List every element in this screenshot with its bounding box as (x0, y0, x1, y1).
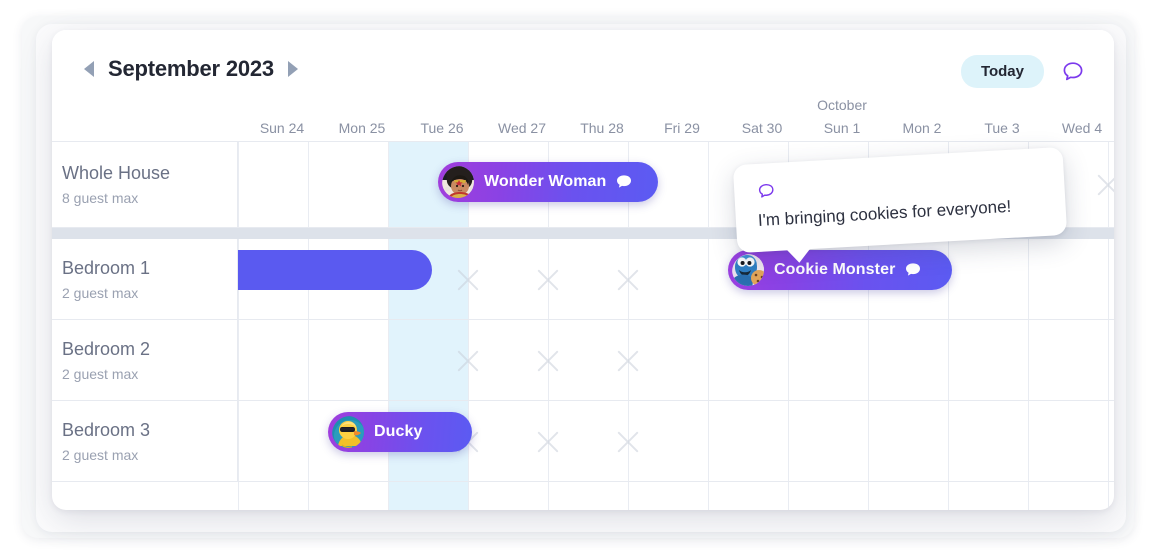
day-month-label (1042, 96, 1114, 114)
tooltip-message: I'm bringing cookies for everyone! (757, 196, 1012, 230)
chat-icon[interactable] (1058, 57, 1088, 87)
next-month-arrow-icon[interactable] (287, 61, 298, 77)
booking-guest-name: Ducky (374, 423, 423, 440)
screenshot-root: September 2023 Today Sun 24 Mon 25 Tue 2… (0, 0, 1155, 550)
day-header-cell[interactable]: Sun 24 (242, 96, 322, 141)
booking-guest-name: Cookie Monster (774, 261, 896, 278)
day-month-label (882, 96, 962, 114)
day-label: Sat 30 (741, 120, 783, 136)
day-month-label (722, 96, 802, 114)
message-bubble-icon[interactable] (615, 173, 633, 191)
day-label: Mon 25 (338, 120, 386, 136)
booking-pill-cookie-monster[interactable]: Cookie Monster (728, 250, 952, 290)
day-header-cell[interactable]: Fri 29 (642, 96, 722, 141)
day-header-cell[interactable]: Wed 27 (482, 96, 562, 141)
calendar-card: September 2023 Today Sun 24 Mon 25 Tue 2… (52, 30, 1114, 510)
day-month-label (482, 96, 562, 114)
day-header-cell[interactable]: Mon 2 (882, 96, 962, 141)
day-label: Thu 28 (580, 120, 624, 136)
day-month-label (322, 96, 402, 114)
day-month-label (562, 96, 642, 114)
booking-guest-name: Wonder Woman (484, 173, 607, 190)
day-month-label (242, 96, 322, 114)
day-label: Fri 29 (664, 120, 700, 136)
day-label: Sun 1 (823, 120, 861, 136)
day-label: Sun 24 (259, 120, 305, 136)
month-navigation: September 2023 (84, 56, 298, 82)
day-header-cell[interactable]: Thu 28 (562, 96, 642, 141)
day-label: Mon 2 (902, 120, 942, 136)
day-label: Tue 3 (984, 120, 1020, 136)
booking-bar-unlabeled[interactable] (238, 250, 432, 290)
day-header-row: Sun 24 Mon 25 Tue 26 Wed 27 Thu 28 Fri 2… (242, 96, 1114, 141)
day-label: Tue 26 (420, 120, 464, 136)
wonder-woman-avatar (440, 164, 476, 200)
day-header-cell[interactable]: Tue 3 (962, 96, 1042, 141)
month-title: September 2023 (108, 56, 274, 81)
day-header-cell[interactable]: Mon 25 (322, 96, 402, 141)
calendar-header: September 2023 Today Sun 24 Mon 25 Tue 2… (52, 30, 1114, 141)
today-button[interactable]: Today (960, 55, 1044, 88)
day-month-label (962, 96, 1042, 114)
day-label: Wed 27 (498, 120, 546, 136)
day-header-cell[interactable]: Sat 30 (722, 96, 802, 141)
speech-bubble-icon (756, 181, 777, 207)
cookie-monster-avatar (730, 252, 766, 288)
day-label: Wed 4 (1061, 120, 1103, 136)
day-month-label (642, 96, 722, 114)
day-header-cell[interactable]: Tue 26 (402, 96, 482, 141)
ducky-avatar (330, 414, 366, 450)
day-month-label (402, 96, 482, 114)
tooltip-tail (785, 247, 813, 264)
message-tooltip[interactable]: I'm bringing cookies for everyone! (732, 146, 1068, 264)
booking-pill-wonder-woman[interactable]: Wonder Woman (438, 162, 658, 202)
day-header-cell[interactable]: Wed 4 (1042, 96, 1114, 141)
prev-month-arrow-icon[interactable] (84, 61, 94, 77)
booking-pill-ducky[interactable]: Ducky (328, 412, 472, 452)
day-header-cell[interactable]: October Sun 1 (802, 96, 882, 141)
header-actions: Today (960, 55, 1088, 88)
day-month-label: October (817, 97, 867, 113)
message-bubble-icon[interactable] (904, 261, 922, 279)
